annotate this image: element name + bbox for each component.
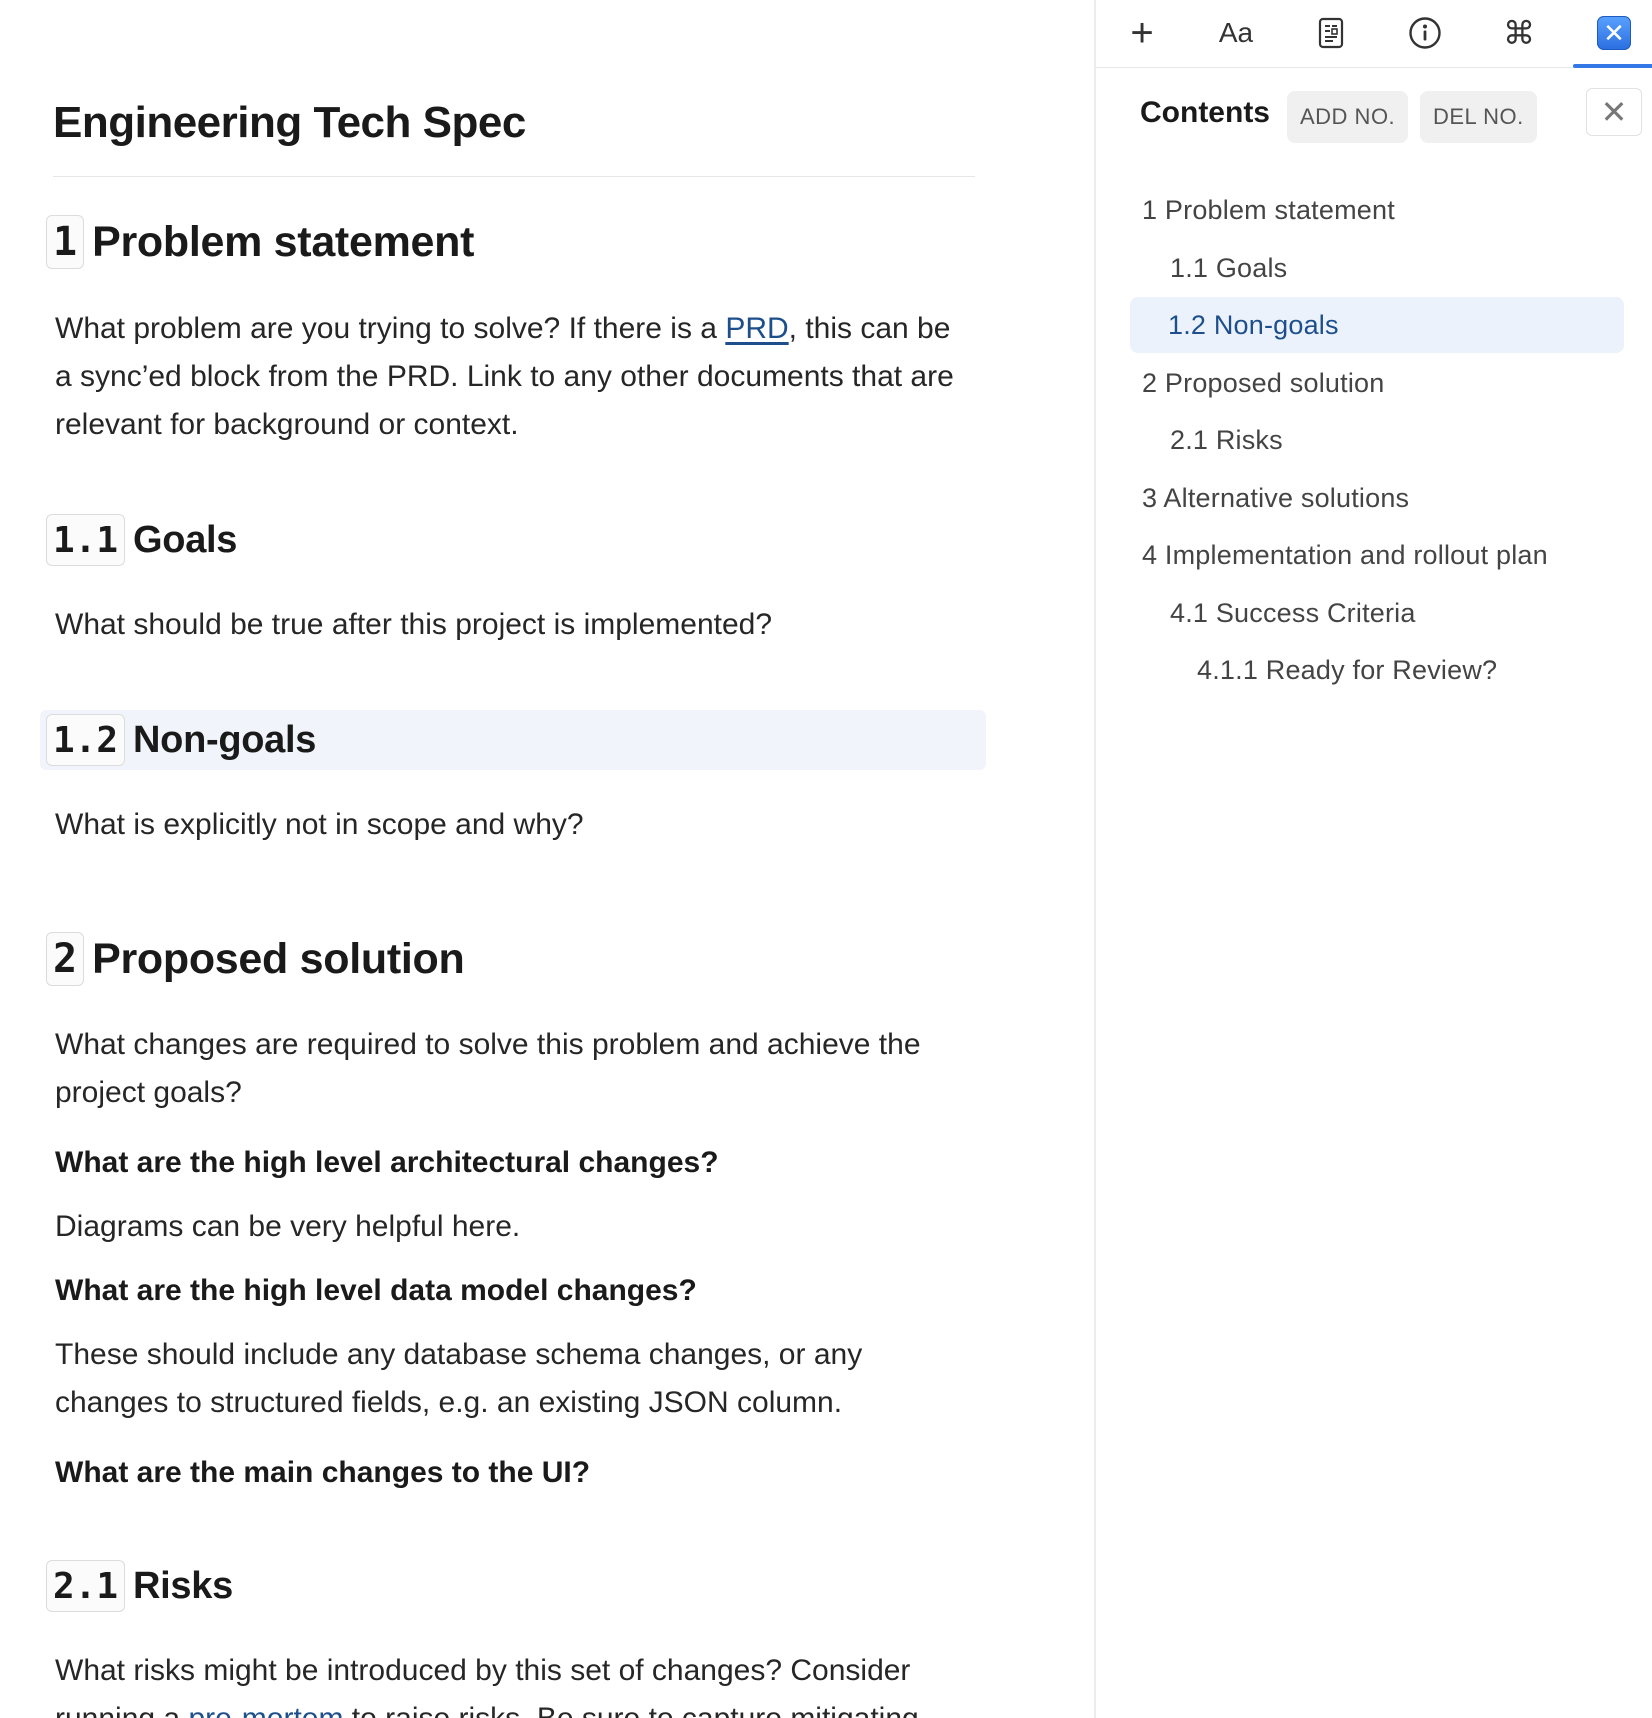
toc-item-goals[interactable]: 1.1 Goals <box>1170 240 1287 296</box>
page-title[interactable]: Engineering Tech Spec <box>53 98 526 148</box>
heading-number: 1.2 <box>46 714 126 766</box>
contents-sidebar: + Aa ⌘ ✕ Contents ADD NO. DEL NO. ✕ 1 Pr… <box>1094 0 1652 1718</box>
paragraph-goals[interactable]: What should be true after this project i… <box>55 601 955 649</box>
heading-goals[interactable]: 1.1 Goals <box>40 510 237 570</box>
question-ui[interactable]: What are the main changes to the UI? <box>55 1449 955 1497</box>
heading-risks[interactable]: 2.1 Risks <box>40 1556 233 1616</box>
paragraph-data-model[interactable]: These should include any database schema… <box>55 1331 955 1427</box>
heading-text: Non-goals <box>133 718 317 761</box>
heading-problem-statement[interactable]: 1 Problem statement <box>40 212 474 272</box>
paragraph-line: running a pre-mortem to raise risks. Be … <box>55 1695 955 1718</box>
paragraph-proposed[interactable]: What changes are required to solve this … <box>55 1021 955 1117</box>
contents-toggle-button[interactable]: ✕ <box>1569 0 1652 68</box>
heading-number: 1.1 <box>46 514 126 566</box>
contents-heading: Contents <box>1140 96 1270 129</box>
paragraph-text: What problem are you trying to solve? If… <box>55 312 726 345</box>
heading-number: 1 <box>46 215 85 269</box>
toc-item-success-criteria[interactable]: 4.1 Success Criteria <box>1170 585 1416 641</box>
toc-item-ready-for-review[interactable]: 4.1.1 Ready for Review? <box>1197 642 1497 698</box>
add-button[interactable]: + <box>1097 0 1187 66</box>
heading-number: 2 <box>46 932 85 986</box>
paragraph-architecture[interactable]: Diagrams can be very helpful here. <box>55 1203 955 1251</box>
sidebar-toolbar: + Aa ⌘ ✕ <box>1096 0 1652 68</box>
heading-text: Problem statement <box>92 217 475 266</box>
heading-proposed-solution[interactable]: 2 Proposed solution <box>40 929 465 989</box>
info-icon <box>1409 17 1441 49</box>
question-data-model[interactable]: What are the high level data model chang… <box>55 1267 955 1315</box>
paragraph-problem[interactable]: What problem are you trying to solve? If… <box>55 305 955 449</box>
heading-number: 2.1 <box>46 1560 126 1612</box>
document-pane[interactable]: Engineering Tech Spec 1 Problem statemen… <box>0 0 1094 1718</box>
title-divider <box>53 176 975 177</box>
question-architecture[interactable]: What are the high level architectural ch… <box>55 1139 955 1187</box>
toc-item-implementation-plan[interactable]: 4 Implementation and rollout plan <box>1142 527 1548 583</box>
text-format-button[interactable]: Aa <box>1191 0 1281 66</box>
close-sidebar-button[interactable]: ✕ <box>1586 88 1642 136</box>
paragraph-line: What risks might be introduced by this s… <box>55 1654 911 1687</box>
close-square-icon: ✕ <box>1597 16 1631 50</box>
info-button[interactable] <box>1380 0 1470 66</box>
toc-item-alternative-solutions[interactable]: 3 Alternative solutions <box>1142 470 1409 526</box>
toc-item-non-goals[interactable]: 1.2 Non-goals <box>1130 297 1624 353</box>
commands-button[interactable]: ⌘ <box>1474 0 1564 66</box>
heading-text: Goals <box>133 518 238 561</box>
add-numbering-button[interactable]: ADD NO. <box>1287 91 1409 143</box>
paragraph-text: running a <box>55 1702 188 1718</box>
paragraph-text: to raise risks. Be sure to capture mitig… <box>343 1702 919 1718</box>
document-template-icon <box>1318 17 1344 49</box>
paragraph-risks[interactable]: What risks might be introduced by this s… <box>55 1647 955 1718</box>
close-icon: ✕ <box>1600 94 1628 130</box>
toc-item-proposed-solution[interactable]: 2 Proposed solution <box>1142 355 1384 411</box>
command-icon: ⌘ <box>1503 15 1535 51</box>
text-format-icon: Aa <box>1218 17 1254 48</box>
plus-icon: + <box>1130 10 1154 55</box>
pre-mortem-link[interactable]: pre-mortem <box>188 1702 343 1718</box>
toc-item-risks[interactable]: 2.1 Risks <box>1170 412 1283 468</box>
heading-text: Proposed solution <box>92 934 465 983</box>
prd-link[interactable]: PRD <box>725 312 788 345</box>
app-root: Engineering Tech Spec 1 Problem statemen… <box>0 0 1652 1718</box>
heading-non-goals[interactable]: 1.2 Non-goals <box>40 710 986 770</box>
paragraph-non-goals[interactable]: What is explicitly not in scope and why? <box>55 801 955 849</box>
toc-item-problem-statement[interactable]: 1 Problem statement <box>1142 182 1395 238</box>
delete-numbering-button[interactable]: DEL NO. <box>1420 91 1537 143</box>
heading-text: Risks <box>133 1564 233 1607</box>
template-button[interactable] <box>1286 0 1376 66</box>
